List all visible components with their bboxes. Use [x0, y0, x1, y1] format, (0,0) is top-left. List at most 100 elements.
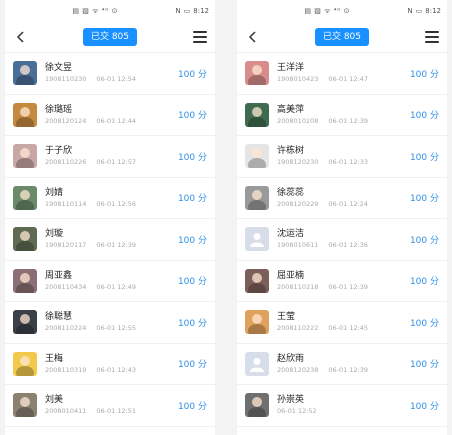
score: 100 分	[177, 69, 207, 80]
student-id: 2008110218	[277, 282, 319, 291]
student-id: 2008120124	[45, 116, 87, 125]
score: 100 分	[177, 360, 207, 371]
student-name: 屈亚楠	[277, 270, 305, 281]
status-icons: ▤ ▧ ᯤ ⁴ᴳ ⊙	[72, 6, 118, 15]
clock: 8:12	[425, 7, 441, 15]
list-item[interactable]: 屈亚楠 2008110218 06-01 12:39 100 分	[237, 261, 447, 302]
submit-time: 06-01 12:55	[96, 324, 137, 333]
avatar	[245, 185, 269, 210]
submit-time: 06-01 12:39	[328, 116, 369, 125]
list-item[interactable]: 赵欣雨 2008120238 06-01 12:39 100 分	[237, 344, 447, 385]
student-id: 2008010411	[45, 407, 87, 416]
list-item[interactable]: 刘璇 1908120117 06-01 12:39 100 分	[5, 219, 215, 261]
score: 100 分	[177, 111, 207, 122]
list-item[interactable]: 刘婧 1908110114 06-01 12:56 100 分	[5, 178, 215, 219]
student-id: 1908010423	[277, 75, 319, 84]
header: 已交 805	[5, 22, 215, 53]
list-item[interactable]: 王梅 2008110319 06-01 12:43 100 分	[5, 344, 215, 385]
submitted-count-button[interactable]: 已交 805	[314, 28, 370, 46]
list-item[interactable]: 许栋树 1908120230 06-01 12:33 100 分	[237, 136, 447, 178]
student-id: 1908120230	[277, 158, 319, 167]
student-name: 刘婧	[45, 187, 64, 198]
student-list: 徐文昱 1908110230 06-01 12:54 100 分徐璐瑶 20081201…	[5, 53, 215, 427]
submit-time: 06-01 12:43	[96, 365, 137, 374]
back-icon[interactable]	[245, 30, 259, 44]
student-name: 许栋树	[277, 146, 305, 157]
student-name: 沈运洁	[277, 229, 305, 240]
list-item[interactable]: 王洋洋 1908010423 06-01 12:47 100 分	[237, 53, 447, 95]
list-item[interactable]: 徐蕊蕊 2008120229 06-01 12:24 100 分	[237, 178, 447, 219]
avatar	[13, 310, 37, 335]
submitted-count-button[interactable]: 已交 805	[82, 28, 138, 46]
submit-time: 06-01 12:54	[96, 75, 137, 84]
score: 100 分	[409, 152, 439, 163]
submit-time: 06-01 12:24	[328, 199, 369, 208]
submit-time: 06-01 12:47	[328, 75, 369, 84]
avatar	[13, 351, 37, 376]
avatar	[245, 102, 269, 127]
student-name: 孙崇英	[277, 395, 305, 406]
student-id: 2008010208	[277, 116, 319, 125]
list-item[interactable]: 徐文昱 1908110230 06-01 12:54 100 分	[5, 53, 215, 95]
menu-icon[interactable]	[192, 31, 207, 43]
submit-time: 06-01 12:39	[96, 241, 137, 250]
submit-time: 06-01 12:57	[96, 158, 137, 167]
list-item[interactable]: 于子欣 2008110226 06-01 12:57 100 分	[5, 136, 215, 178]
score: 100 分	[409, 360, 439, 371]
student-name: 刘美	[45, 395, 64, 406]
list-item[interactable]: 徐聪慧 2008110224 06-01 12:55 100 分	[5, 302, 215, 344]
student-name: 于子欣	[45, 146, 73, 157]
battery-icon: ▭	[415, 7, 423, 15]
list-item[interactable]: 沈运洁 1908010611 06-01 12:36 100 分	[237, 219, 447, 261]
avatar	[245, 268, 269, 293]
list-item[interactable]: 徐璐瑶 2008120124 06-01 12:44 100 分	[5, 95, 215, 136]
back-icon[interactable]	[13, 30, 27, 44]
avatar	[245, 61, 269, 86]
avatar	[245, 144, 269, 169]
list-item[interactable]: 王莹 2008110222 06-01 12:45 100 分	[237, 302, 447, 344]
nfc-icon: N	[407, 7, 413, 15]
list-item[interactable]: 周亚鑫 2008110434 06-01 12:49 100 分	[5, 261, 215, 302]
avatar	[245, 227, 269, 252]
student-name: 高美萍	[277, 104, 305, 115]
score: 100 分	[409, 401, 439, 412]
submit-time: 06-01 12:52	[277, 407, 317, 416]
list-item[interactable]: 刘美 2008010411 06-01 12:51 100 分	[5, 385, 215, 427]
student-id: 2008110224	[45, 324, 87, 333]
student-id: 2008110319	[45, 365, 87, 374]
list-item[interactable]: 孙崇英 06-01 12:52 100 分	[237, 385, 447, 427]
avatar	[13, 102, 37, 127]
avatar	[13, 393, 37, 418]
avatar	[13, 144, 37, 169]
status-bar: ▤ ▧ ᯤ ⁴ᴳ ⊙ N ▭ 8:12	[5, 0, 215, 22]
submit-time: 06-01 12:49	[96, 282, 137, 291]
score: 100 分	[177, 235, 207, 246]
avatar	[245, 351, 269, 376]
score: 100 分	[177, 401, 207, 412]
status-icons: ▤ ▧ ᯤ ⁴ᴳ ⊙	[304, 6, 350, 15]
header: 已交 805	[237, 22, 447, 53]
submit-time: 06-01 12:45	[328, 324, 369, 333]
score: 100 分	[409, 111, 439, 122]
clock: 8:12	[193, 7, 209, 15]
avatar	[13, 227, 37, 252]
student-name: 徐璐瑶	[45, 104, 73, 115]
student-name: 赵欣雨	[277, 353, 305, 364]
student-id: 2008110226	[45, 158, 87, 167]
submit-time: 06-01 12:39	[328, 282, 369, 291]
status-bar: ▤ ▧ ᯤ ⁴ᴳ ⊙ N ▭ 8:12	[237, 0, 447, 22]
score: 100 分	[177, 318, 207, 329]
phone-screen-right: ▤ ▧ ᯤ ⁴ᴳ ⊙ N ▭ 8:12 已交 805 王洋洋 1908010423…	[237, 0, 447, 435]
score: 100 分	[409, 277, 439, 288]
score: 100 分	[409, 235, 439, 246]
student-id: 2008110222	[277, 324, 319, 333]
student-name: 刘璇	[45, 229, 64, 240]
submit-time: 06-01 12:36	[328, 241, 369, 250]
avatar	[13, 185, 37, 210]
avatar	[245, 393, 269, 418]
submit-time: 06-01 12:39	[328, 365, 369, 374]
student-list: 王洋洋 1908010423 06-01 12:47 100 分高美萍 20080102…	[237, 53, 447, 427]
menu-icon[interactable]	[424, 31, 439, 43]
student-name: 王莹	[277, 312, 296, 323]
list-item[interactable]: 高美萍 2008010208 06-01 12:39 100 分	[237, 95, 447, 136]
